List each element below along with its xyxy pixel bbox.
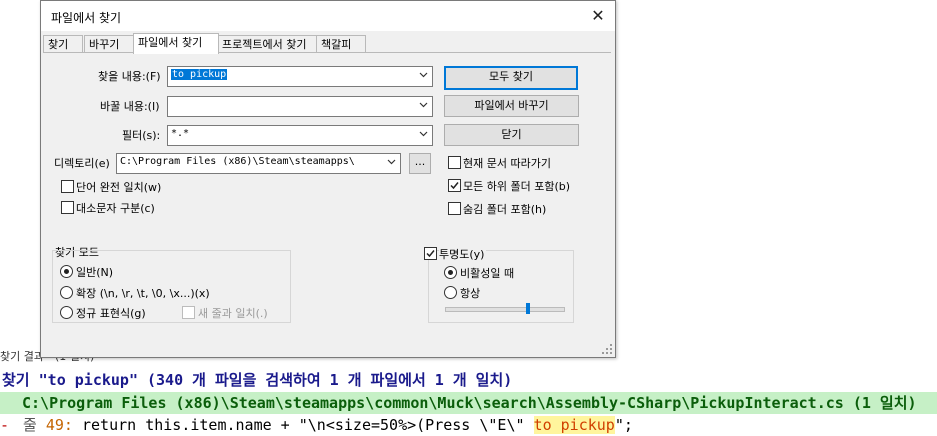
tab-replace[interactable]: 바꾸기 <box>84 35 134 53</box>
follow-current-doc-label: 현재 문서 따라가기 <box>463 157 551 170</box>
chevron-down-icon[interactable] <box>419 129 428 138</box>
browse-directory-button[interactable]: ... <box>409 153 431 174</box>
results-file-path: C:\Program Files (x86)\Steam\steamapps\c… <box>22 394 917 412</box>
transparency-slider[interactable] <box>445 307 565 312</box>
tab-find-in-files-label: 파일에서 찾기 <box>138 36 203 49</box>
code-before: return this.item.name + "\n<size=50%>(Pr… <box>72 416 534 434</box>
mode-extended-radio[interactable] <box>60 286 73 299</box>
filter-combo[interactable]: *.* <box>167 125 433 146</box>
filter-value: *.* <box>171 128 190 139</box>
tab-find[interactable]: 찾기 <box>43 35 83 53</box>
mode-regex-label: 정규 표현식(g) <box>76 307 146 320</box>
line-number: 49: <box>45 416 73 434</box>
replace-with-label: 바꿀 내용:(I) <box>100 100 160 113</box>
include-subfolders-checkbox[interactable] <box>448 179 461 192</box>
dot-matches-newline-checkbox[interactable] <box>182 306 195 319</box>
filter-label: 필터(s): <box>122 129 161 142</box>
dot-matches-newline-label: 새 줄과 일치(.) <box>198 307 268 320</box>
match-whole-word-checkbox[interactable] <box>61 180 74 193</box>
transparency-on-inactive-radio[interactable] <box>444 266 457 279</box>
transparency-on-inactive-label: 비활성일 때 <box>460 267 515 280</box>
chevron-down-icon[interactable] <box>419 70 428 79</box>
mode-normal-label: 일반(N) <box>76 266 114 279</box>
transparency-slider-thumb[interactable] <box>525 303 530 314</box>
find-what-combo[interactable]: to pickup <box>167 66 433 87</box>
directory-value: C:\Program Files (x86)\Steam\steamapps\ <box>120 156 355 167</box>
results-file-row[interactable]: C:\Program Files (x86)\Steam\steamapps\c… <box>0 392 937 414</box>
include-hidden-folders-checkbox[interactable] <box>448 202 461 215</box>
tab-find-in-files[interactable]: 파일에서 찾기 <box>133 33 219 54</box>
match-case-checkbox[interactable] <box>61 201 74 214</box>
code-after: "; <box>614 416 633 434</box>
transparency-always-radio[interactable] <box>444 286 457 299</box>
find-what-label: 찾을 내용:(F) <box>98 70 161 83</box>
tab-bookmarks-label: 책갈피 <box>321 38 352 51</box>
chevron-down-icon[interactable] <box>387 157 396 166</box>
check-icon <box>426 250 435 258</box>
mode-normal-radio[interactable] <box>60 265 73 278</box>
directory-label: 디렉토리(e) <box>54 157 110 170</box>
check-icon <box>450 182 459 190</box>
find-in-files-panel: 찾을 내용:(F) to pickup 바꿀 내용:(I) 필터(s): *.*… <box>43 52 611 343</box>
replace-with-combo[interactable] <box>167 96 433 117</box>
chevron-down-icon[interactable] <box>419 100 428 109</box>
tab-find-label: 찾기 <box>48 38 69 51</box>
dialog-titlebar[interactable]: 파일에서 찾기 ✕ <box>41 1 615 31</box>
resize-grip-icon[interactable] <box>601 343 613 355</box>
replace-in-files-button[interactable]: 파일에서 바꾸기 <box>444 95 579 117</box>
find-what-value: to pickup <box>171 69 228 80</box>
close-button[interactable]: 닫기 <box>444 124 579 146</box>
transparency-checkbox[interactable] <box>424 247 437 260</box>
include-hidden-folders-label: 숨김 폴더 포함(h) <box>463 203 547 216</box>
find-in-files-dialog: 파일에서 찾기 ✕ 찾기 바꾸기 파일에서 찾기 프로젝트에서 찾기 책갈피 찾… <box>40 0 616 358</box>
tab-bookmarks[interactable]: 책갈피 <box>316 35 366 53</box>
transparency-label: 투명도(y) <box>439 246 487 262</box>
include-subfolders-label: 모든 하위 폴더 포함(b) <box>463 180 571 193</box>
fold-marker: - <box>0 416 10 434</box>
mode-regex-radio[interactable] <box>60 306 73 319</box>
transparency-always-label: 항상 <box>460 287 481 300</box>
tab-find-in-project[interactable]: 프로젝트에서 찾기 <box>217 35 323 53</box>
follow-current-doc-checkbox[interactable] <box>448 156 461 169</box>
close-icon[interactable]: ✕ <box>587 5 609 27</box>
line-label: 줄 <box>23 416 37 434</box>
directory-combo[interactable]: C:\Program Files (x86)\Steam\steamapps\ <box>116 153 401 174</box>
tab-replace-label: 바꾸기 <box>89 38 120 51</box>
results-match-line[interactable]: - 줄 49: return this.item.name + "\n<size… <box>0 414 937 436</box>
match-whole-word-label: 단어 완전 일치(w) <box>76 181 162 194</box>
tab-find-in-project-label: 프로젝트에서 찾기 <box>222 38 307 51</box>
find-all-button[interactable]: 모두 찾기 <box>444 66 578 90</box>
match-case-label: 대소문자 구분(c) <box>76 202 155 215</box>
dialog-title: 파일에서 찾기 <box>51 11 122 25</box>
mode-extended-label: 확장 (\n, \r, \t, \0, \x...)(x) <box>76 287 210 300</box>
code-match-highlight: to pickup <box>533 416 615 434</box>
results-summary[interactable]: 찾기 "to pickup" (340 개 파일을 검색하여 1 개 파일에서 … <box>2 369 937 391</box>
